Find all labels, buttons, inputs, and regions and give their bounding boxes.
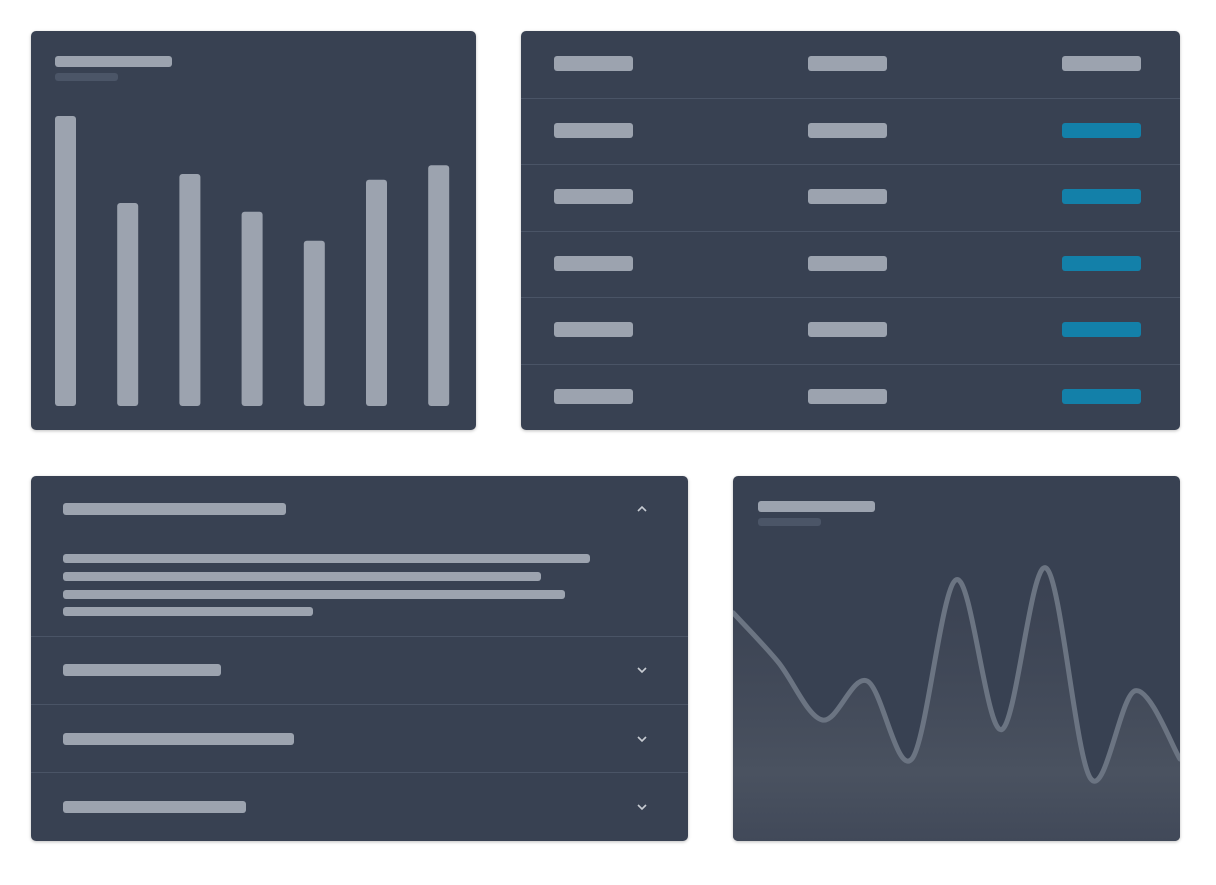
content-line-placeholder: [63, 572, 541, 581]
row-divider: [521, 297, 1180, 298]
header-cell-placeholder: [554, 56, 633, 71]
bar: [55, 116, 76, 406]
cell-placeholder: [554, 122, 633, 138]
row-divider: [521, 164, 1180, 165]
area-fill: [733, 567, 1180, 841]
accordion-header-placeholder[interactable]: [63, 503, 286, 515]
row-divider: [521, 364, 1180, 365]
status-badge: [1062, 255, 1141, 271]
cell-placeholder: [808, 389, 887, 404]
accordion: [31, 476, 688, 841]
row-divider: [521, 231, 1180, 232]
cell-placeholder: [554, 322, 633, 338]
header-cell-placeholder: [808, 56, 887, 71]
area-chart: [733, 565, 1180, 841]
row-divider: [521, 98, 1180, 99]
divider: [31, 704, 688, 705]
status-badge: [1062, 189, 1141, 205]
divider: [31, 772, 688, 773]
bar: [179, 174, 201, 406]
header-cell-placeholder: [1062, 56, 1141, 71]
bar-chart-card: [31, 31, 476, 430]
bar: [428, 165, 450, 406]
content-line-placeholder: [63, 554, 590, 563]
status-badge: [1062, 322, 1141, 338]
cell-placeholder: [554, 255, 633, 271]
cell-placeholder: [808, 122, 887, 138]
divider: [31, 636, 688, 637]
accordion-header-placeholder[interactable]: [63, 801, 246, 813]
chevron-down-icon[interactable]: [637, 804, 647, 813]
cell-placeholder: [554, 389, 633, 404]
cell-placeholder: [554, 189, 633, 205]
cell-placeholder: [808, 255, 887, 271]
chevron-down-icon[interactable]: [637, 667, 647, 676]
content-line-placeholder: [63, 590, 565, 599]
accordion-header-placeholder[interactable]: [63, 664, 221, 676]
area-chart-card: [733, 476, 1180, 841]
content-line-placeholder: [63, 607, 313, 616]
bar: [117, 203, 139, 406]
bar-chart: [55, 116, 450, 406]
chevron-up-icon[interactable]: [637, 505, 647, 514]
status-badge: [1062, 122, 1141, 138]
bar: [366, 179, 387, 406]
chevron-down-icon[interactable]: [637, 736, 647, 745]
accordion-header-placeholder[interactable]: [63, 733, 294, 745]
status-badge: [1062, 389, 1141, 404]
data-table: [521, 31, 1180, 430]
bar: [303, 240, 325, 406]
cell-placeholder: [808, 322, 887, 338]
cell-placeholder: [808, 189, 887, 205]
bar: [241, 211, 263, 406]
